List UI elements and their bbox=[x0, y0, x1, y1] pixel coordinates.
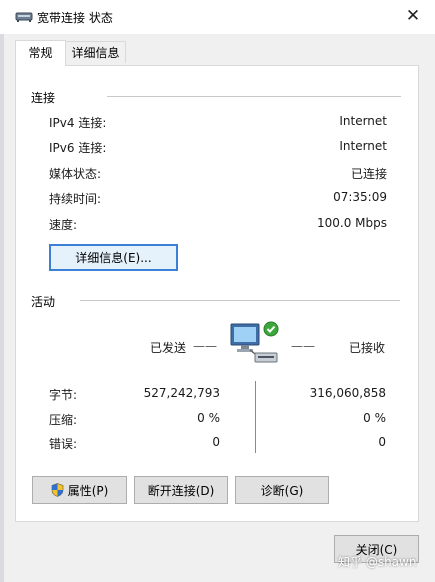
properties-button-label: 属性(P) bbox=[67, 483, 109, 498]
media-state-label: 媒体状态: bbox=[49, 167, 102, 181]
disconnect-button[interactable]: 断开连接(D) bbox=[134, 476, 228, 504]
ipv4-label: IPv4 连接: bbox=[49, 116, 107, 130]
connection-group-title: 连接 bbox=[31, 91, 56, 105]
received-label: 已接收 bbox=[349, 341, 386, 355]
close-window-button[interactable]: ✕ bbox=[400, 3, 426, 29]
tab-panel bbox=[15, 65, 419, 522]
speed-label: 速度: bbox=[49, 218, 78, 232]
errors-label: 错误: bbox=[49, 437, 78, 451]
activity-column-divider bbox=[255, 381, 256, 453]
compression-sent-value: 0 % bbox=[197, 411, 220, 425]
compression-received-value: 0 % bbox=[363, 411, 386, 425]
sent-dash: —— bbox=[193, 339, 217, 353]
network-computer-connected-icon bbox=[230, 321, 279, 363]
duration-label: 持续时间: bbox=[49, 192, 102, 206]
diagnose-button[interactable]: 诊断(G) bbox=[235, 476, 329, 504]
diagnose-button-label: 诊断(G) bbox=[260, 483, 304, 498]
window-title: 宽带连接 状态 bbox=[37, 11, 113, 25]
details-button[interactable]: 详细信息(E)... bbox=[49, 244, 178, 271]
duration-value: 07:35:09 bbox=[333, 190, 387, 204]
sent-label: 已发送 bbox=[150, 341, 187, 355]
details-button-label: 详细信息(E)... bbox=[75, 251, 152, 265]
bytes-sent-value: 527,242,793 bbox=[143, 386, 220, 400]
watermark-text: 知乎 @shawn bbox=[338, 555, 417, 569]
ipv6-label: IPv6 连接: bbox=[49, 141, 107, 155]
errors-received-value: 0 bbox=[378, 435, 386, 449]
ipv6-value: Internet bbox=[339, 139, 387, 153]
errors-sent-value: 0 bbox=[212, 435, 220, 449]
bytes-received-value: 316,060,858 bbox=[309, 386, 386, 400]
network-dialup-icon bbox=[15, 12, 33, 22]
received-dash: —— bbox=[291, 339, 315, 353]
ipv4-value: Internet bbox=[339, 114, 387, 128]
speed-value: 100.0 Mbps bbox=[316, 216, 387, 230]
activity-group-title: 活动 bbox=[31, 295, 56, 309]
disconnect-button-label: 断开连接(D) bbox=[147, 483, 215, 498]
media-state-value: 已连接 bbox=[350, 167, 387, 181]
shield-icon bbox=[51, 483, 63, 497]
activity-group-divider bbox=[80, 300, 400, 301]
bytes-label: 字节: bbox=[49, 388, 78, 402]
tab-details[interactable]: 详细信息 bbox=[66, 41, 126, 63]
compression-label: 压缩: bbox=[49, 413, 78, 427]
properties-button[interactable]: 属性(P) bbox=[32, 476, 127, 504]
window-left-edge bbox=[0, 34, 4, 582]
connection-group-divider bbox=[107, 96, 401, 97]
tab-general[interactable]: 常规 bbox=[15, 40, 66, 66]
